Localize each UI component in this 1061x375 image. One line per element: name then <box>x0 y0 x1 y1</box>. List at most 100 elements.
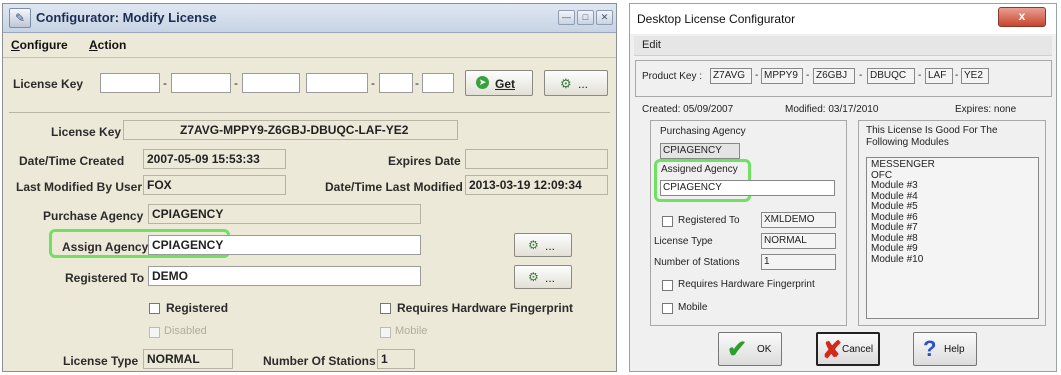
key-part-5-input[interactable] <box>379 73 413 93</box>
disabled-checkbox <box>149 327 160 338</box>
product-key-part-5[interactable]: LAF <box>925 68 953 84</box>
get-button-label: Get <box>495 77 516 91</box>
registered-to-value[interactable]: XMLDEMO <box>761 212 836 228</box>
product-key-part-6[interactable]: YE2 <box>961 68 989 84</box>
license-key-value: Z7AVG-MPPY9-Z6GBJ-DBUQC-LAF-YE2 <box>123 120 458 140</box>
mobile-label: Mobile <box>395 325 428 337</box>
minimize-button[interactable]: — <box>558 10 575 25</box>
purchase-agency-value: CPIAGENCY <box>148 204 421 224</box>
license-type-label: License Type <box>654 236 713 247</box>
expires-date-value <box>465 149 608 169</box>
product-key-part-2[interactable]: MPPY9 <box>761 68 803 84</box>
expires-date: Expires: none <box>955 104 1017 115</box>
title-bar: ✎ Configurator: Modify License — □ ✕ <box>3 4 616 33</box>
maximize-button[interactable]: □ <box>577 10 594 25</box>
key-dash: - <box>955 70 959 81</box>
key-part-6-input[interactable] <box>422 73 454 93</box>
product-key-part-1[interactable]: Z7AVG <box>710 68 752 84</box>
ok-button[interactable]: ✔ OK <box>718 332 782 366</box>
requires-fingerprint-checkbox[interactable] <box>662 280 673 291</box>
registered-to-label: Registered To <box>65 271 145 285</box>
created-date: Created: 05/09/2007 <box>642 104 734 115</box>
key-part-2-input[interactable] <box>171 73 231 93</box>
lookup-button-label: ... <box>545 271 556 285</box>
key-search-icon: ⚙ <box>560 76 572 91</box>
cancel-x-icon: ✘ <box>822 337 843 364</box>
date-created-label: Date/Time Created <box>19 154 125 168</box>
menu-configure[interactable]: Configure <box>11 38 68 52</box>
stations-label: Number Of Stations <box>263 354 376 368</box>
license-key-entry-label: License Key <box>13 77 84 91</box>
window-title: Configurator: Modify License <box>36 10 217 25</box>
configurator-window: ✎ Configurator: Modify License — □ ✕ Con… <box>2 3 617 372</box>
menu-bar: Configure Action <box>3 33 616 58</box>
stations-value: 1 <box>377 349 415 369</box>
cancel-button-label: Cancel <box>842 344 874 355</box>
purchase-agency-label: Purchase Agency <box>43 209 144 223</box>
assigned-agency-label: Assigned Agency <box>661 164 738 175</box>
key-dash: - <box>163 76 167 90</box>
app-icon: ✎ <box>9 8 31 28</box>
lookup-button-label: ... <box>578 77 589 91</box>
module-item: Module #3 <box>871 180 918 191</box>
modules-heading: This License Is Good For The Following M… <box>866 125 998 148</box>
last-modified-label: Date/Time Last Modified <box>325 180 463 194</box>
purchasing-agency-label: Purchasing Agency <box>660 126 746 137</box>
help-question-icon: ? <box>923 336 937 361</box>
stations-value[interactable]: 1 <box>761 254 836 270</box>
registered-to-checkbox[interactable] <box>662 216 673 227</box>
checkmark-icon: ✔ <box>727 336 748 363</box>
go-arrow-icon: ➤ <box>476 76 489 89</box>
mobile-checkbox[interactable] <box>662 303 673 314</box>
title-bar: Desktop License Configurator x <box>630 4 1056 34</box>
key-part-4-input[interactable] <box>306 73 368 93</box>
mobile-label: Mobile <box>678 302 708 313</box>
close-button[interactable]: x <box>998 7 1046 27</box>
modified-date: Modified: 03/17/2010 <box>785 104 879 115</box>
get-button[interactable]: ➤ Get <box>465 70 533 96</box>
key-search-icon: ⚙ <box>528 270 539 284</box>
assign-agency-input[interactable]: CPIAGENCY <box>148 235 421 255</box>
license-key-label: License Key <box>51 125 122 139</box>
cancel-button[interactable]: ✘ Cancel <box>816 332 880 366</box>
last-modified-by-label: Last Modified By User <box>16 180 143 194</box>
key-part-1-input[interactable] <box>100 73 160 93</box>
purchasing-agency-value: CPIAGENCY <box>660 143 740 159</box>
registered-to-input[interactable]: DEMO <box>148 266 421 286</box>
disabled-label: Disabled <box>164 325 207 337</box>
last-modified-by-value: FOX <box>143 175 286 195</box>
key-dash: - <box>806 70 810 81</box>
module-item: MESSENGER <box>871 159 935 170</box>
module-item: Module #5 <box>871 201 918 212</box>
lookup-button-label: ... <box>545 239 556 253</box>
registered-to-label: Registered To <box>678 215 740 226</box>
date-created-value: 2007-05-09 15:53:33 <box>143 149 286 169</box>
requires-fingerprint-label: Requires Hardware Fingerprint <box>678 279 815 290</box>
divider <box>9 112 610 113</box>
lookup-button[interactable]: ⚙ ... <box>544 70 608 96</box>
requires-fingerprint-checkbox[interactable] <box>380 303 391 314</box>
close-button[interactable]: ✕ <box>596 10 613 25</box>
product-key-part-4[interactable]: DBUQC <box>867 68 915 84</box>
requires-fingerprint-label: Requires Hardware Fingerprint <box>397 301 574 315</box>
registered-checkbox[interactable] <box>149 303 160 314</box>
help-button[interactable]: ? Help <box>913 332 977 366</box>
modules-list[interactable]: MESSENGER OFC Module #3 Module #4 Module… <box>866 157 1039 319</box>
key-part-3-input[interactable] <box>242 73 300 93</box>
window-title: Desktop License Configurator <box>637 12 796 26</box>
assigned-agency-input[interactable]: CPIAGENCY <box>660 180 835 196</box>
registered-to-lookup-button[interactable]: ⚙ ... <box>514 265 572 289</box>
expires-date-label: Expires Date <box>388 154 461 168</box>
last-modified-value: 2013-03-19 12:09:34 <box>465 175 608 195</box>
menu-edit[interactable]: Edit <box>642 39 661 51</box>
key-dash: - <box>918 70 922 81</box>
module-item: Module #7 <box>871 222 918 233</box>
assign-agency-lookup-button[interactable]: ⚙ ... <box>514 233 572 257</box>
product-key-part-3[interactable]: Z6GBJ <box>813 68 855 84</box>
key-dash: - <box>234 76 238 90</box>
license-type-value[interactable]: NORMAL <box>761 233 836 249</box>
license-type-label: License Type <box>63 354 139 368</box>
menu-action[interactable]: Action <box>89 38 126 52</box>
key-dash: - <box>371 76 375 90</box>
module-item: Module #9 <box>871 243 918 254</box>
